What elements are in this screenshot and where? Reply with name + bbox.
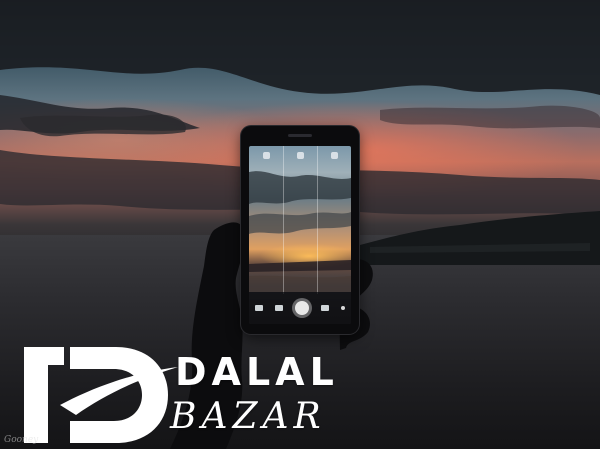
camera-mode-icon[interactable]: [262, 151, 270, 159]
smartphone: [241, 126, 359, 334]
menu-dot-icon[interactable]: [341, 306, 345, 310]
camera-viewfinder: [249, 146, 351, 324]
camera-top-bar: [249, 148, 351, 162]
dalal-bazar-logo-icon: [24, 347, 178, 443]
settings-icon[interactable]: [296, 151, 304, 159]
camera-bottom-bar: [249, 292, 351, 324]
gallery-thumb-icon[interactable]: [255, 305, 263, 311]
grid-line: [283, 146, 284, 294]
brand-name-line2: BAZAR: [170, 396, 326, 437]
photographer-signature: Gooney: [4, 435, 39, 445]
video-icon[interactable]: [321, 305, 329, 311]
distant-island: [360, 211, 600, 265]
brand-name-line1: DALAL: [175, 350, 339, 394]
grid-line: [317, 146, 318, 294]
switch-camera-icon[interactable]: [275, 305, 283, 311]
phone-earpiece: [288, 134, 312, 137]
photo-scene: DALAL BAZAR Gooney: [0, 0, 600, 449]
flash-icon[interactable]: [330, 151, 338, 159]
shutter-icon[interactable]: [295, 301, 309, 315]
